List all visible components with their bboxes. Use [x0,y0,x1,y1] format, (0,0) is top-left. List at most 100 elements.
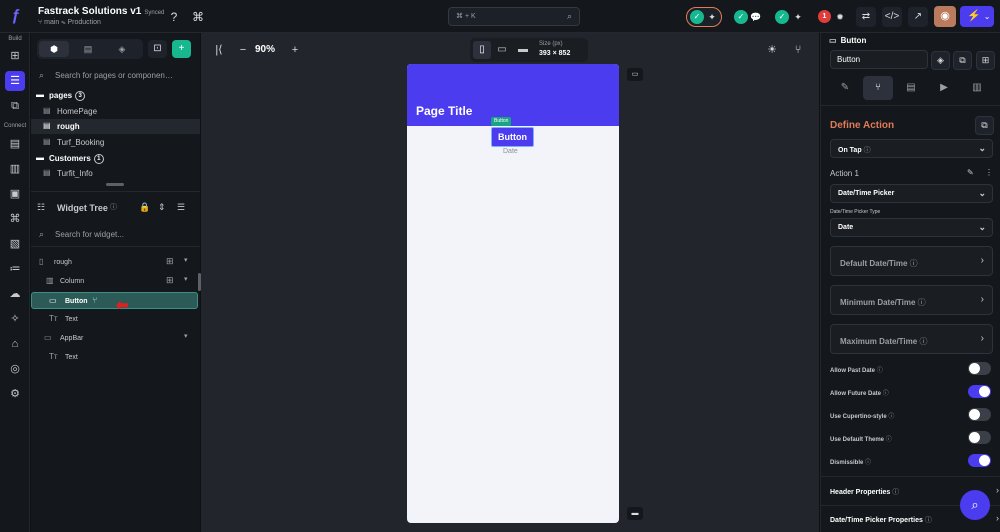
collapse-panel-icon[interactable]: |⟨ [209,40,229,60]
copy-icon[interactable]: ⧉ [953,51,972,70]
action-flow-editor-icon[interactable]: ⧉ [975,116,994,135]
integrations-icon[interactable]: ⌘ [5,209,25,229]
search-pages-input[interactable]: Search for pages or componen… [55,71,173,80]
branch-info[interactable]: ⑂ main ✎ Production [38,19,101,26]
widget-row-button[interactable]: ▭ Button ⑂ [31,292,198,309]
project-title[interactable]: Fastrack Solutions v1 Synced [38,6,164,17]
preview-eye-icon[interactable]: ◉ [934,6,956,27]
zoom-out-icon[interactable]: − [233,40,253,60]
more-vert-icon[interactable]: ⋮ [985,168,993,177]
pages-scrollbar[interactable] [106,183,124,186]
components-tab-icon[interactable]: ▤ [73,41,103,57]
theme-icon[interactable]: ◎ [5,359,25,379]
filter-icon[interactable]: ☰ [177,202,185,213]
help-icon[interactable]: ? [166,9,182,25]
cupertino-style-toggle[interactable] [968,408,991,421]
default-datetime-option[interactable]: Default Date/Time ⓘ › [830,246,993,276]
add-icon[interactable]: ⊞ [976,51,995,70]
widget-row-appbar[interactable]: ▭ AppBar ▾ [31,330,200,347]
comment-icon[interactable]: 💬 [748,9,764,25]
size-value[interactable]: 393 × 852 [539,50,570,57]
tab-animations-icon[interactable]: ▶ [929,76,959,100]
app-bar[interactable]: Page Title [407,64,619,126]
open-external-icon[interactable]: ↗ [908,7,928,27]
bug-icon[interactable]: ✹ [832,9,848,25]
add-folder-icon[interactable]: ⊡ [148,40,167,58]
tab-backend-query-icon[interactable]: ▤ [896,76,926,100]
settings-icon[interactable]: ⚙ [5,384,25,404]
widget-row-text[interactable]: Tт Text [31,349,200,366]
add-child-icon[interactable]: ⊞ [166,256,174,267]
search-pages[interactable]: ⌕ Search for pages or componen… [37,67,197,85]
widget-row-column[interactable]: ▥ Column ⊞ ▾ [31,273,200,290]
add-child-icon[interactable]: ⊞ [166,275,174,286]
page-title[interactable]: Page Title [416,104,472,118]
picker-type-dropdown[interactable]: Date ⌄ [830,218,993,237]
app-state-icon[interactable]: ▥ [5,159,25,179]
run-button[interactable]: ⚡ ⌄ [960,6,994,27]
zoom-in-icon[interactable]: + [285,40,305,60]
chevron-down-icon[interactable]: ▾ [184,332,188,340]
search-widget-input[interactable]: Search for widget... [55,230,124,239]
flutterflow-logo-icon[interactable]: ƒ [6,6,26,26]
widget-tree-icon[interactable]: ☰ [5,71,25,91]
code-icon[interactable]: </> [882,7,902,27]
minimum-datetime-option[interactable]: Minimum Date/Time ⓘ › [830,285,993,315]
tree-item-turfit-info[interactable]: ▤ Turfit_Info [31,166,200,181]
api-calls-icon[interactable]: ▣ [5,184,25,204]
default-theme-toggle[interactable] [968,431,991,444]
action-type-dropdown[interactable]: Date/Time Picker ⌄ [830,184,993,203]
branch-merge-icon[interactable]: ⇄ [856,7,876,27]
database-icon[interactable]: ▤ [5,134,25,154]
tablet-device-icon[interactable]: ▭ [493,41,511,59]
library-tab-icon[interactable]: ◈ [107,41,137,57]
info-icon[interactable]: ⓘ [110,202,117,212]
preview-text-date[interactable]: Date [503,148,518,155]
dismissible-toggle[interactable] [968,454,991,467]
add-widget-icon[interactable]: ⊞ [5,46,25,66]
desktop-device-icon[interactable]: ▬ [514,41,532,59]
theme-toggle-icon[interactable]: ☀ [764,42,780,58]
wand-icon[interactable]: ✦ [790,9,806,25]
bottom-chip-icon[interactable]: ▬ [627,507,643,520]
pages-tab-icon[interactable]: ⬢ [39,41,69,57]
expand-collapse-icon[interactable]: ⇕ [158,202,166,213]
add-page-button[interactable]: + [172,40,191,58]
tree-item-homepage[interactable]: ▤ HomePage [31,104,200,119]
cloud-functions-icon[interactable]: ☁ [5,284,25,304]
storyboard-icon[interactable]: ⧉ [5,96,25,116]
agents-icon[interactable]: ✧ [5,309,25,329]
tab-properties-icon[interactable]: ✎ [830,76,860,100]
tree-item-rough[interactable]: ▤ rough [31,119,200,134]
tree-folder-customers[interactable]: ▬ Customers 1 [31,151,200,166]
chevron-down-icon[interactable]: ▾ [184,275,188,283]
custom-code-icon[interactable]: ≔ [5,259,25,279]
phone-device-icon[interactable]: ▯ [473,41,491,59]
edit-icon[interactable]: ✎ [967,168,974,177]
tree-folder-pages[interactable]: ▬ pages 3 [31,88,200,103]
help-search-button[interactable]: ⌕ [960,490,990,520]
chevron-down-icon[interactable]: ▾ [184,256,188,264]
search-widgets[interactable]: ⌕ Search for widget... [37,226,197,244]
preview-button[interactable]: Button [491,127,534,147]
command-icon[interactable]: ⌘ [190,9,206,25]
folder-icon: ▬ [36,90,44,99]
command-search[interactable]: ⌘ + K ⌕ [448,7,580,26]
tab-actions-icon[interactable]: ⑂ [863,76,893,100]
lock-icon[interactable]: 🔒 [139,202,150,213]
zoom-level[interactable]: 90% [255,44,275,55]
media-assets-icon[interactable]: ▧ [5,234,25,254]
allow-future-date-toggle[interactable] [968,385,991,398]
widget-row-rough[interactable]: ▯ rough ⊞ ▾ [31,254,200,271]
marketplace-icon[interactable]: ⌂ [5,334,25,354]
share-icon[interactable]: ⑂ [790,42,806,58]
check-icon: ✓ [775,10,789,24]
tab-docs-icon[interactable]: ▥ [962,76,992,100]
trigger-dropdown[interactable]: On Tap ⓘ ⌄ [830,139,993,158]
maximum-datetime-option[interactable]: Maximum Date/Time ⓘ › [830,324,993,354]
tree-item-turf-booking[interactable]: ▤ Turf_Booking [31,135,200,150]
diamond-icon[interactable]: ◈ [931,51,950,70]
appbar-chip-icon[interactable]: ▭ [627,68,643,81]
allow-past-date-toggle[interactable] [968,362,991,375]
widget-name-field[interactable]: Button [830,50,928,69]
